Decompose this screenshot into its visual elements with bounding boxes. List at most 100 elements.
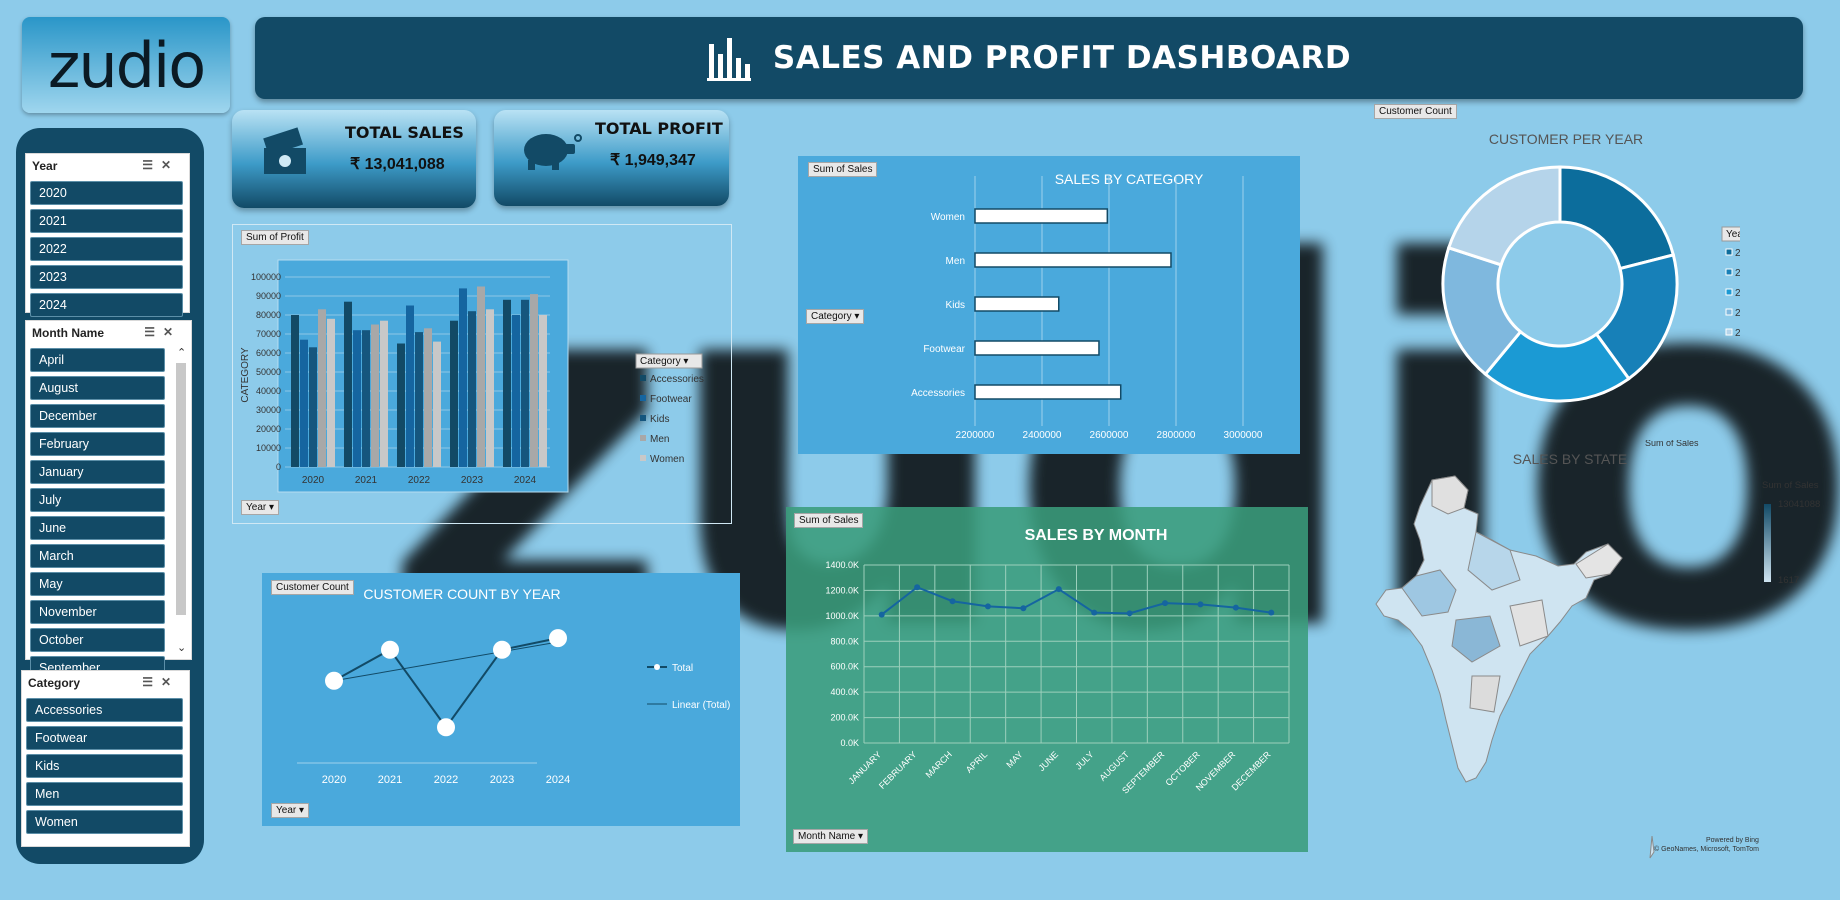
month-item-november[interactable]: November	[30, 600, 165, 624]
customer-per-year-title: CUSTOMER PER YEAR	[1489, 131, 1643, 147]
state-region[interactable]	[1575, 543, 1623, 579]
month-item-august[interactable]: August	[30, 376, 165, 400]
category-filter-button[interactable]: Category ▾	[806, 309, 865, 324]
point-april[interactable]	[984, 603, 991, 610]
point-2024[interactable]	[549, 629, 567, 648]
multi-select-icon[interactable]: ☰✕	[144, 325, 181, 339]
month-item-january[interactable]: January	[30, 460, 165, 484]
bar-accessories-2022	[397, 343, 405, 467]
bar-kids-2020	[309, 347, 317, 467]
customer-count-chip[interactable]: Customer Count	[1374, 104, 1457, 119]
legend-swatch-point	[654, 664, 660, 670]
point-february[interactable]	[914, 584, 921, 591]
india-map[interactable]	[1375, 475, 1623, 783]
year-item-2022[interactable]: 2022	[30, 237, 183, 261]
bar-women-2020	[327, 318, 335, 467]
customer-count-by-year-chart: CUSTOMER COUNT BY YEAR 2020 2021 2022 2023 2…	[297, 586, 730, 786]
month-item-february[interactable]: February	[30, 432, 165, 456]
customer-count-chip-2[interactable]: Customer Count	[271, 580, 354, 595]
category-item-women[interactable]: Women	[26, 810, 183, 834]
year-item-2023[interactable]: 2023	[30, 265, 183, 289]
month-filter-button[interactable]: Month Name ▾	[793, 829, 869, 844]
point-september[interactable]	[1162, 600, 1169, 607]
legend-swatch	[1725, 248, 1733, 256]
category-item-footwear[interactable]: Footwear	[26, 726, 183, 750]
y-tick-label: 90000	[256, 291, 281, 301]
map-credit-bing: Powered by Bing	[1706, 837, 1759, 844]
point-2023[interactable]	[493, 640, 511, 659]
x-tick-label: 2022	[434, 774, 458, 786]
multi-select-icon[interactable]: ☰✕	[142, 158, 179, 172]
bar-accessories-2020	[291, 315, 299, 467]
map-legend-gradient	[1764, 504, 1771, 582]
point-october[interactable]	[1197, 601, 1204, 608]
bar-men-2023	[477, 286, 485, 467]
map-credit-sources: © GeoNames, Microsoft, TomTom	[1654, 846, 1759, 853]
bar-footwear-2020	[300, 339, 308, 467]
category-slicer: Category ☰✕ Accessories Footwear Kids Men Wom…	[21, 670, 190, 847]
category-item-men[interactable]: Men	[26, 782, 183, 806]
category-slicer-title: Category	[28, 676, 81, 690]
y-tick-label: 10000	[256, 443, 281, 453]
point-2021[interactable]	[381, 640, 399, 659]
profit-legend: Category ▾ Accessories Footwear Kids Men Wome…	[635, 353, 704, 465]
sum-of-profit-chip[interactable]: Sum of Profit	[241, 230, 309, 245]
category-item-accessories[interactable]: Accessories	[26, 698, 183, 722]
x-tick-label: 3000000	[1224, 430, 1263, 441]
point-2022[interactable]	[437, 718, 455, 737]
point-august[interactable]	[1126, 610, 1133, 617]
year-filter-button[interactable]: Year ▾	[241, 500, 280, 515]
month-item-may[interactable]: May	[30, 572, 165, 596]
y-tick-label: 50000	[256, 367, 281, 377]
month-item-july[interactable]: July	[30, 488, 165, 512]
month-item-april[interactable]: April	[30, 348, 165, 372]
point-july[interactable]	[1091, 609, 1098, 616]
sales-by-category-chart: SALES BY CATEGORY 2200000 2400000 2600000 2…	[911, 171, 1263, 441]
month-item-december[interactable]: December	[30, 404, 165, 428]
legend-item: 2024	[1735, 328, 1740, 339]
year-filter-label-2: Year	[276, 805, 297, 816]
year-filter-button-2[interactable]: Year ▾	[271, 803, 310, 818]
y-tick-label: 600.0K	[830, 662, 859, 672]
legend-item: 2020	[1735, 248, 1740, 259]
page-title: SALES AND PROFIT DASHBOARD	[772, 40, 1352, 76]
category-label: Footwear	[923, 344, 965, 355]
sum-of-sales-chip-2[interactable]: Sum of Sales	[794, 513, 864, 528]
state-region[interactable]	[1431, 475, 1469, 515]
year-item-2024[interactable]: 2024	[30, 293, 183, 317]
total-profit-card: TOTAL PROFIT ₹ 1,949,347	[494, 110, 729, 206]
year-item-2021[interactable]: 2021	[30, 209, 183, 233]
point-november[interactable]	[1232, 604, 1239, 611]
map-legend-title: Sum of Sales	[1762, 480, 1819, 491]
profit-chart: 0 10000 20000 30000 40000 50000 60000 70000 8000…	[240, 259, 704, 493]
month-scrollbar[interactable]: ⌃ ⌄	[174, 345, 188, 655]
slice-2024[interactable]	[1446, 165, 1562, 267]
bar-accessories-2021	[344, 301, 352, 467]
series-total-line	[333, 637, 559, 729]
total-sales-label: TOTAL SALES	[345, 123, 464, 142]
x-tick-label: 2600000	[1090, 430, 1129, 441]
sum-of-sales-chip[interactable]: Sum of Sales	[808, 162, 878, 177]
point-december[interactable]	[1268, 609, 1275, 616]
legend-title: Category ▾	[640, 356, 688, 367]
slice-2020[interactable]	[1558, 165, 1676, 271]
state-map-title: SALES BY STATE	[1513, 451, 1627, 467]
year-item-2020[interactable]: 2020	[30, 181, 183, 205]
month-item-june[interactable]: June	[30, 516, 165, 540]
point-2020[interactable]	[325, 671, 343, 690]
category-item-kids[interactable]: Kids	[26, 754, 183, 778]
x-tick-label: 2021	[355, 475, 378, 486]
x-tick-label: 2024	[546, 774, 570, 786]
point-january[interactable]	[878, 611, 885, 618]
svg-text:⌄: ⌄	[177, 642, 186, 654]
month-item-october[interactable]: October	[30, 628, 165, 652]
y-tick-label: 70000	[256, 329, 281, 339]
bar-kids-2024	[521, 299, 529, 467]
point-june[interactable]	[1055, 586, 1062, 593]
year-filter-label: Year	[246, 502, 267, 513]
month-item-march[interactable]: March	[30, 544, 165, 568]
multi-select-icon[interactable]: ☰✕	[142, 675, 179, 689]
point-may[interactable]	[1020, 605, 1027, 612]
point-march[interactable]	[949, 598, 956, 605]
bar-accessories-2023	[450, 320, 458, 467]
